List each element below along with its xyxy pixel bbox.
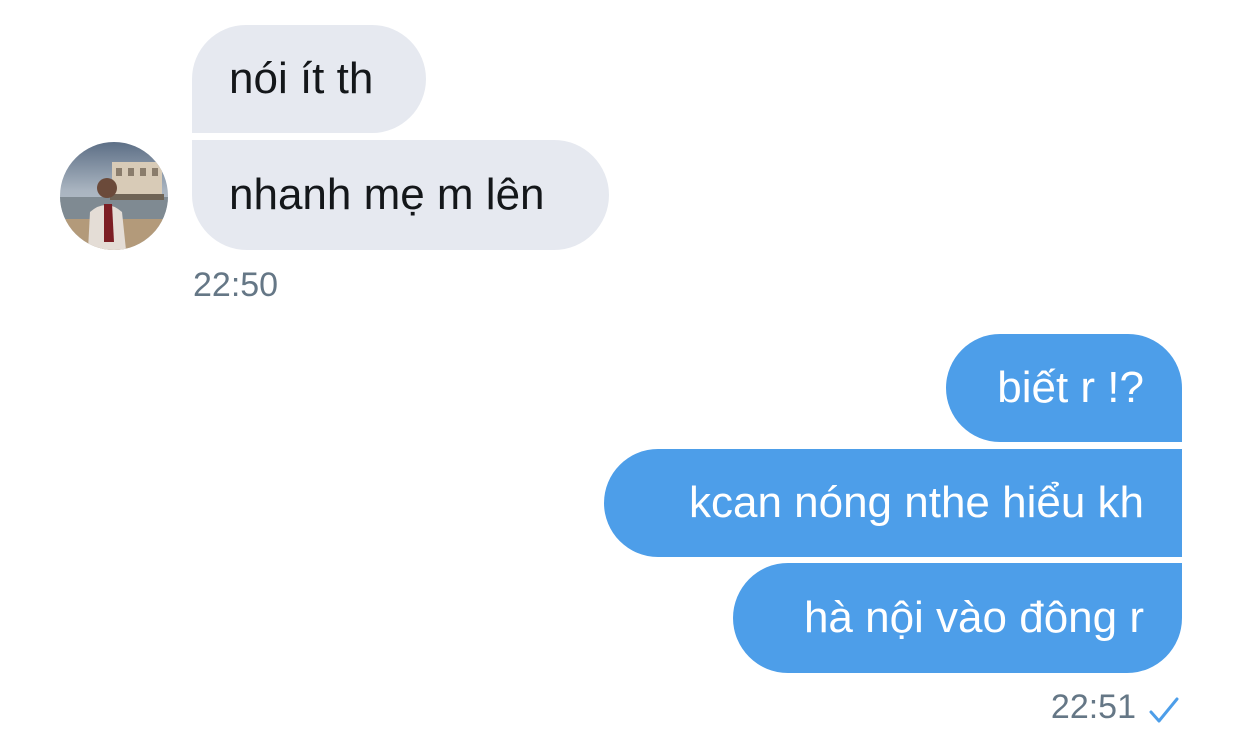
incoming-message-bubble[interactable]: nhanh mẹ m lên (192, 140, 609, 250)
incoming-timestamp: 22:50 (193, 266, 279, 304)
outgoing-message-bubble[interactable]: kcan nóng nthe hiểu kh (604, 449, 1182, 557)
outgoing-message-bubble[interactable]: biết r !? (946, 334, 1182, 442)
contact-avatar[interactable] (60, 142, 168, 250)
outgoing-message-bubble[interactable]: hà nội vào đông r (733, 563, 1182, 673)
avatar-photo-icon (60, 142, 168, 250)
incoming-message-bubble[interactable]: nói ít th (192, 25, 426, 133)
outgoing-timestamp: 22:51 (1050, 688, 1136, 726)
checkmark-icon (1149, 697, 1179, 723)
